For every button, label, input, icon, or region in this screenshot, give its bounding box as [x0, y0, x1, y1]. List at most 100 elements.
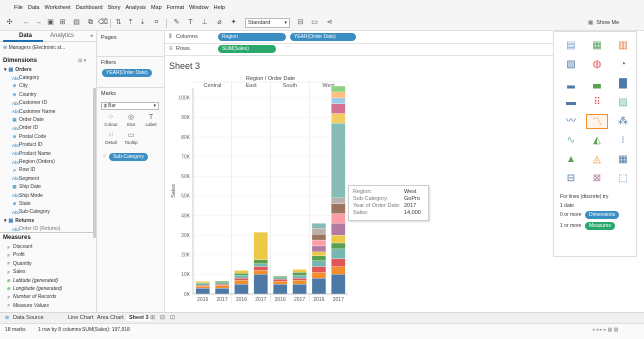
bar-segment[interactable] [311, 239, 327, 247]
bar-segment[interactable] [292, 275, 307, 279]
menu-story[interactable]: Story [108, 5, 121, 11]
bar-segment[interactable] [195, 283, 210, 286]
bar-segment[interactable] [253, 274, 268, 295]
duplicate-icon[interactable]: ⧉ [86, 19, 95, 27]
menu-help[interactable]: Help [214, 5, 225, 11]
new-dashboard-tab-icon[interactable]: ⊟ [160, 314, 165, 321]
menu-analysis[interactable]: Analysis [125, 5, 145, 11]
bar-segment[interactable] [273, 276, 288, 278]
save-icon[interactable]: ▣ [46, 19, 55, 27]
dimension-field[interactable]: Abc Product ID [12, 142, 43, 148]
tableau-logo-icon[interactable]: ✣ [5, 19, 14, 27]
chart-type-icon[interactable]: ▲ [560, 152, 582, 167]
bar-segment[interactable] [311, 245, 327, 252]
measure-field[interactable]: # Sales [6, 269, 25, 275]
dimension-field[interactable]: ▦ Ship Date [12, 184, 41, 190]
measure-field[interactable]: # Measure Values [6, 303, 49, 309]
cards-icon[interactable]: ⊟ [296, 19, 305, 27]
dimension-field[interactable]: ⊕ Postal Code [12, 134, 47, 140]
fit-select[interactable]: Standard [245, 18, 290, 28]
bar-segment[interactable] [331, 274, 346, 295]
bar-segment[interactable] [195, 282, 210, 284]
dimension-field[interactable]: Abc Region (Orders) [12, 159, 55, 165]
chart-type-icon[interactable]: ⠿ [586, 95, 608, 110]
bar-segment[interactable] [331, 223, 346, 236]
measure-field[interactable]: # Quantity [6, 261, 31, 267]
bar-segment[interactable] [273, 279, 288, 282]
dimension-field[interactable]: ⊕ State [12, 201, 31, 207]
chart-type-icon[interactable]: ⊟ [560, 171, 582, 186]
menu-dashboard[interactable]: Dashboard [76, 5, 103, 11]
bar-segment[interactable] [195, 281, 210, 283]
share-icon[interactable]: ⋖ [325, 19, 334, 27]
bar-segment[interactable] [331, 97, 346, 104]
bar-segment[interactable] [214, 284, 230, 286]
rows-pill-sales[interactable]: SUM(Sales) [218, 45, 276, 53]
bar-segment[interactable] [331, 248, 346, 259]
measure-field[interactable]: # Discount [6, 244, 32, 250]
dimension-field[interactable]: Abc Order ID [12, 125, 38, 131]
show-me-button[interactable]: ▦ Show Me [588, 18, 619, 28]
bar-segment[interactable] [234, 275, 249, 279]
bar-segment[interactable] [331, 103, 346, 114]
bar-segment[interactable] [292, 284, 307, 295]
chart-type-icon[interactable]: ⬚ [612, 171, 634, 186]
menu-map[interactable]: Map [151, 5, 162, 11]
columns-pill-year[interactable]: YEAR(Order Date) [290, 33, 356, 41]
bar-segment[interactable] [331, 203, 346, 214]
bar-segment[interactable] [214, 287, 230, 295]
chart-type-icon[interactable]: ∿ [560, 133, 582, 148]
sheet-nav-icons[interactable]: ◂ ◂ ▸ ▸ ▦ ▦ [592, 327, 618, 333]
bar-segment[interactable] [311, 228, 327, 235]
swap-icon[interactable]: ⇅ [114, 19, 123, 27]
bar-segment[interactable] [331, 123, 346, 198]
bar-segment[interactable] [253, 266, 268, 271]
presentation-icon[interactable]: ▭ [310, 19, 319, 27]
chart-type-icon[interactable]: ▃ [586, 76, 608, 91]
bar-segment[interactable] [311, 278, 327, 295]
bar-segment[interactable] [292, 272, 307, 276]
new-worksheet-tab-icon[interactable]: ⊞ [150, 314, 155, 321]
chart-type-icon[interactable]: ▂ [560, 76, 582, 91]
colour-button[interactable]: ⁘ Colour [101, 114, 121, 130]
tab-data-source[interactable]: Data Source [13, 315, 44, 321]
new-datasource-icon[interactable]: ⊞ [58, 19, 67, 27]
color-pill[interactable]: Sub-Category [109, 153, 148, 161]
bar-segment[interactable] [331, 242, 346, 250]
measure-field[interactable]: ⊕ Latitude (generated) [6, 278, 58, 284]
bar-segment[interactable] [195, 286, 210, 289]
sort-descending-icon[interactable]: ⇣ [138, 19, 147, 27]
chart-type-selected-icon[interactable]: 〽 [586, 114, 608, 129]
orders-folder[interactable]: ▾ ▤ Orders [4, 67, 32, 73]
pin-icon[interactable]: ✦ [229, 19, 238, 27]
bar-segment[interactable] [234, 280, 249, 285]
dimensions-menu-icon[interactable]: ⊞ ▾ [78, 58, 86, 64]
label-button[interactable]: T Label [141, 114, 161, 130]
bar-segment[interactable] [331, 266, 346, 275]
chart-type-icon[interactable]: ◭ [586, 133, 608, 148]
back-icon[interactable]: ← [22, 19, 31, 27]
menu-data[interactable]: Data [28, 5, 40, 11]
bar-segment[interactable] [311, 272, 327, 279]
chart-type-icon[interactable]: ▨ [612, 95, 634, 110]
dimension-field[interactable]: ▦ Order Date [12, 117, 43, 123]
columns-pill-region[interactable]: Region [218, 33, 286, 41]
bar-segment[interactable] [311, 255, 327, 261]
pane-collapse-icon[interactable]: ◂ [90, 33, 93, 39]
menu-file[interactable]: File [14, 5, 23, 11]
chart-type-icon[interactable]: ◬ [586, 152, 608, 167]
bar-segment[interactable] [273, 277, 288, 280]
bar-segment[interactable] [311, 260, 327, 267]
dimension-field[interactable]: Abc Ship Mode [12, 193, 43, 199]
fix-axes-icon[interactable]: ⊥ [200, 19, 209, 27]
bar-segment[interactable] [311, 234, 327, 241]
bar-segment[interactable] [234, 270, 249, 274]
dimension-field[interactable]: Abc Customer ID [12, 100, 47, 106]
bar-segment[interactable] [234, 284, 249, 295]
bar-segment[interactable] [331, 85, 346, 93]
tab-data[interactable]: Data [19, 33, 32, 39]
size-button[interactable]: ◎ Size [121, 114, 141, 130]
mark-type-select[interactable]: ▮ Bar ▾ [101, 102, 159, 110]
chart-type-icon[interactable]: ◍ [586, 57, 608, 72]
datasource-item[interactable]: ⊜ Managers (Electronic st... [3, 45, 93, 53]
